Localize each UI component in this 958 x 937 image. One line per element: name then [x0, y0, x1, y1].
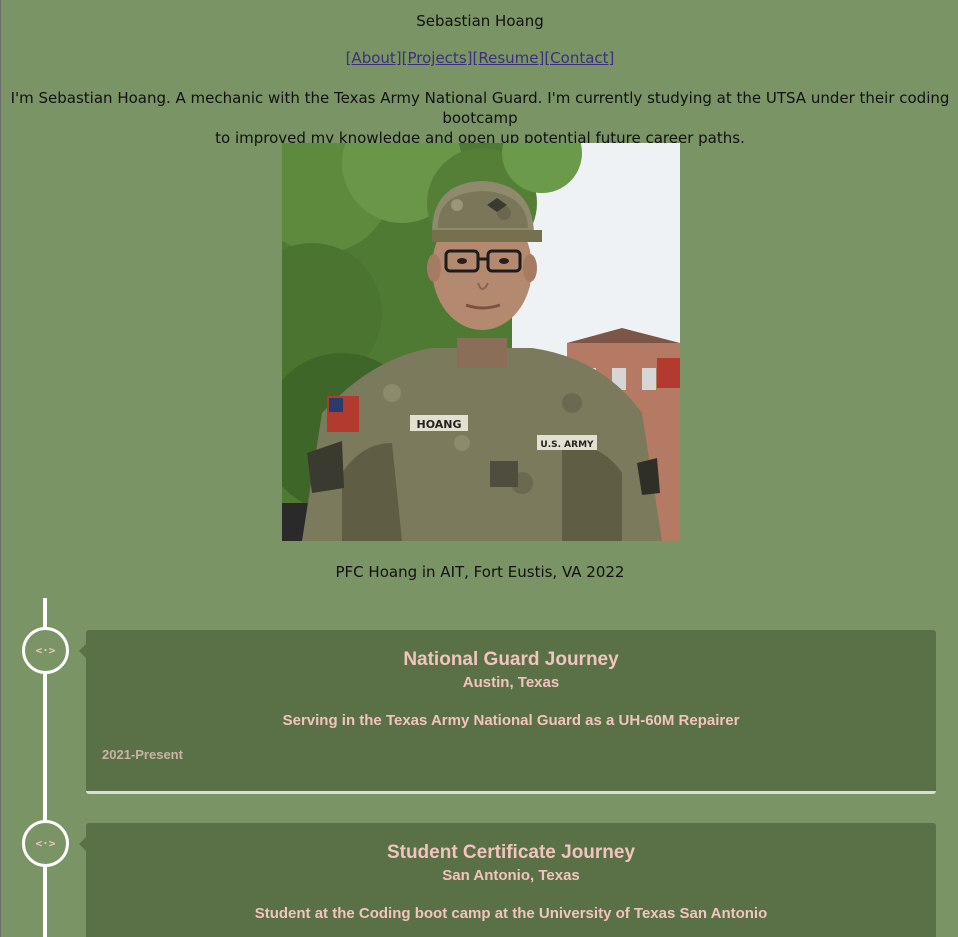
- nav-link-resume[interactable]: [Resume]: [472, 49, 544, 67]
- timeline-location: San Antonio, Texas: [442, 867, 580, 884]
- timeline-location: Austin, Texas: [462, 674, 560, 691]
- profile-photo: HOANG U.S. ARMY: [282, 143, 680, 541]
- timeline-title: National Guard Journey: [403, 649, 619, 670]
- page: Sebastian Hoang [About][Projects][Resume…: [0, 0, 958, 937]
- timeline-description: Serving in the Texas Army National Guard…: [282, 712, 740, 729]
- nav-link-projects[interactable]: [Projects]: [402, 49, 473, 67]
- timeline-date: 2021-Present: [102, 747, 183, 762]
- portrait-photo-icon: HOANG U.S. ARMY: [282, 143, 680, 541]
- nav-link-contact[interactable]: [Contact]: [544, 49, 614, 67]
- timeline-card-student-certificate: Student Certificate Journey San Antonio,…: [79, 823, 936, 937]
- svg-text:U.S. ARMY: U.S. ARMY: [540, 440, 594, 450]
- photo-caption: PFC Hoang in AIT, Fort Eustis, VA 2022: [335, 563, 625, 581]
- intro-line-1: I'm Sebastian Hoang. A mechanic with the…: [10, 89, 950, 127]
- timeline-card-national-guard: National Guard Journey Austin, Texas Ser…: [79, 630, 936, 794]
- site-name: Sebastian Hoang: [416, 12, 544, 30]
- svg-text:HOANG: HOANG: [416, 418, 461, 431]
- code-arrows-icon: <·>: [22, 627, 69, 674]
- main-nav: [About][Projects][Resume][Contact]: [1, 49, 958, 67]
- nav-link-about[interactable]: [About]: [346, 49, 402, 67]
- code-arrows-icon: <·>: [22, 820, 69, 867]
- about-intro: I'm Sebastian Hoang. A mechanic with the…: [1, 88, 958, 148]
- timeline-description: Student at the Coding boot camp at the U…: [254, 905, 768, 922]
- timeline-title: Student Certificate Journey: [386, 842, 636, 863]
